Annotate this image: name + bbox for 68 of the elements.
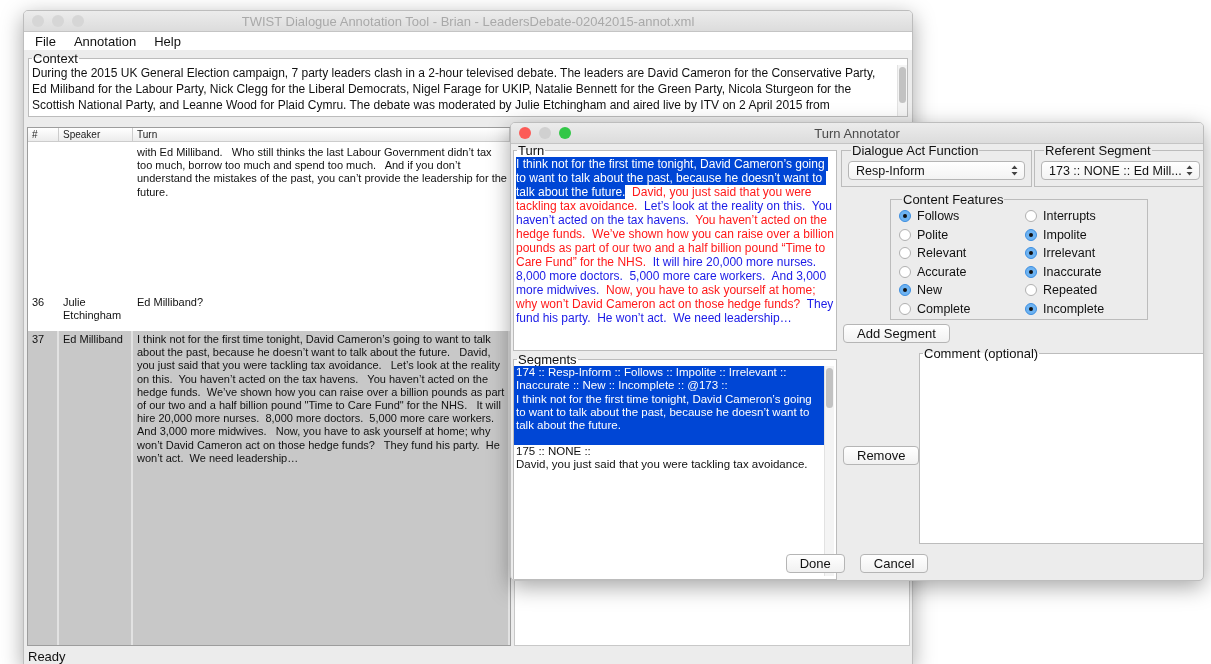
table-cell-text: with Ed Milliband. Who still thinks the last Labour Government didn’t tax too much, borrow too much and spend too much. And if you don’t understand the mistakes of the past, you can’t provide the leadership for the future. (137, 146, 508, 198)
context-text: During the 2015 UK General Election campaign, 7 party leaders clash in a 2-hour televised debate. The leaders are David Cameron for the Conservative Party, Ed Miliband for the Labour Party, Nick Clegg for the Liberal Democrats, Nigel Farage for UKIP, Natalie Bennett for the Green Party, Nicola Sturgeon for the Scottish National Party, and Leanne Wood for Plaid Cymru. The debate was moderated by Julie Etchingham and aired live by ITV on 2 April 2015 from (31, 65, 877, 114)
menu-item[interactable]: Help (145, 33, 190, 49)
segment-text: I think not for the first time tonight, David Cameron’s going to want to talk about the past, because he doesn’t want to talk about the future. (516, 392, 813, 433)
radio-label[interactable]: Inaccurate (1043, 264, 1102, 279)
radio-label[interactable]: Accurate (917, 264, 967, 279)
radio-button[interactable] (899, 228, 911, 241)
up-down-arrow-icon (1011, 165, 1018, 176)
radio-button[interactable] (1025, 228, 1037, 241)
table-row[interactable]: 36 Julie Etchingham Ed Milliband? (28, 294, 510, 329)
radio-label[interactable]: Complete (917, 301, 971, 316)
segments-label: Segments (517, 353, 578, 366)
menu-item[interactable]: Annotation (64, 33, 146, 49)
dialogue-act-label: Dialogue Act Function (851, 144, 980, 157)
window-title: TWIST Dialogue Annotation Tool - Brian - LeadersDebate-02042015-annot.xml (241, 13, 695, 29)
radio-button[interactable] (899, 265, 911, 278)
turn-text[interactable]: I think not for the first time tonight, David Cameron’s going to want to talk about the past, because he doesn’t want to talk about the future. David, you just said that you were tackling tax avoidance. Let’s look at the reality on this. You haven’t acted on the tax havens. You haven’t acted on the hedge funds. We’ve shown how you can raise over a billion pounds as part of our two and a half billion pound “Time to Care Fund” for the NHS. It will hire 20,000 more nurses. 8,000 more doctors. 5,000 more care workers. And 3,000 more midwives. Now, you have to ask yourself at home; why won’t David Cameron act on those hedge funds? They fund his party. He won’t act. We need leadership… (514, 157, 836, 325)
segment-header: 175 :: NONE :: (516, 445, 592, 459)
window-title: Turn Annotator (814, 125, 900, 141)
referent-dropdown[interactable]: 173 :: NONE :: Ed Mill... (1041, 161, 1200, 180)
table-cell: Julie Etchingham (63, 296, 122, 322)
column-header[interactable]: Speaker (59, 128, 133, 141)
table-cell: Ed Milliband (63, 333, 123, 345)
radio-label[interactable]: Repeated (1043, 283, 1098, 298)
radio-button[interactable] (899, 247, 911, 260)
radio-label[interactable]: Polite (917, 227, 949, 242)
radio-label[interactable]: Irrelevant (1043, 246, 1096, 261)
referent-label: Referent Segment (1044, 144, 1152, 157)
radio-button[interactable] (1025, 210, 1037, 223)
close-icon[interactable] (519, 127, 531, 139)
radio-label[interactable]: Incomplete (1043, 301, 1105, 316)
segment-item[interactable] (514, 366, 824, 445)
minimize-icon[interactable] (539, 127, 551, 139)
done-button[interactable]: Done (785, 554, 845, 573)
radio-button[interactable] (1025, 284, 1037, 297)
comment-label: Comment (optional) (923, 347, 1040, 360)
context-label: Context (32, 52, 79, 65)
menu-item[interactable]: File (26, 33, 65, 49)
content-features-label: Content Features (902, 193, 1005, 206)
table-cell: 36 (32, 296, 45, 308)
dialogue-act-dropdown[interactable]: Resp-Inform (848, 161, 1025, 180)
radio-button[interactable] (899, 284, 911, 297)
add-segment-button[interactable]: Add Segment (843, 324, 950, 343)
table-cell: Ed Milliband? (137, 296, 204, 308)
radio-label[interactable]: New (917, 283, 942, 298)
table-cell-text: I think not for the first time tonight, David Cameron’s going to want to talk about the past, because he doesn’t want to talk about the future. David, you just said that you were tackling tax avoidance. Let’s look at the reality on this. You haven’t acted on the tax havens. You haven’t acted on the hedge funds. We’ve shown how you can raise over a billion pounds as part of our two and a half billion pound "Time to Care Fund" for the NHS. It will hire 20,000 more nurses. 8,000 more doctors. 5,000 more care workers. And 3,000 more midwives. Now, you have to ask yourself at home; why won’t David Cameron act on those hedge funds? They fund his party. He won’t act. We need leadership… (137, 333, 506, 464)
segment-text: David, you just said that you were tackling tax avoidance. (516, 458, 809, 472)
column-header[interactable]: # (28, 128, 59, 141)
remove-button[interactable]: Remove (843, 446, 920, 465)
radio-button[interactable] (1025, 247, 1037, 260)
segment-header: 174 :: Resp-Inform :: Follows :: Impolite :: Irrelevant :: Inaccurate :: New :: Incomplete :: @173 :: (516, 366, 788, 393)
scrollbar[interactable] (897, 65, 907, 116)
radio-button[interactable] (1025, 302, 1037, 315)
radio-label[interactable]: Impolite (1043, 227, 1087, 242)
radio-button[interactable] (899, 210, 911, 223)
turn-label: Turn (517, 144, 546, 157)
radio-button[interactable] (899, 302, 911, 315)
radio-label[interactable]: Follows (917, 209, 960, 224)
table-row[interactable] (28, 331, 510, 645)
status-text: Ready (27, 648, 67, 664)
radio-label[interactable]: Interrupts (1043, 209, 1096, 224)
up-down-arrow-icon (1185, 165, 1193, 176)
radio-label[interactable]: Relevant (917, 246, 967, 261)
cancel-button[interactable]: Cancel (859, 554, 929, 573)
radio-button[interactable] (1025, 265, 1037, 278)
segment-item[interactable]: 175 :: NONE :: David, you just said that you were tackling tax avoidance. (514, 445, 824, 484)
table-cell: 37 (32, 333, 45, 345)
zoom-icon[interactable] (559, 127, 571, 139)
